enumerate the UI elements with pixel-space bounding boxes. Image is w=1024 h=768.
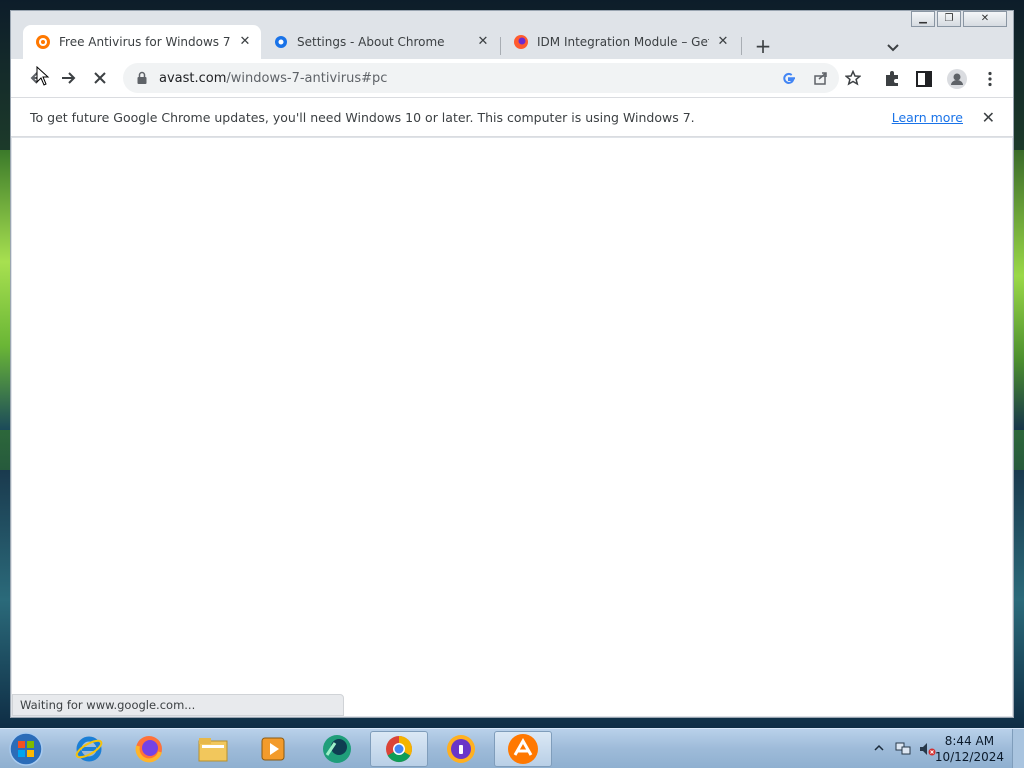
extensions-puzzle-icon[interactable]	[883, 70, 901, 88]
tab-title: Settings - About Chrome	[297, 35, 445, 49]
tab-close-icon[interactable]: ✕	[237, 34, 253, 50]
avast-favicon-icon	[36, 35, 50, 49]
tab-search-chevron-icon[interactable]	[883, 37, 903, 57]
vpn-shield-icon	[447, 735, 475, 763]
avast-icon	[508, 734, 538, 764]
side-panel-icon[interactable]	[915, 70, 933, 88]
tab-settings[interactable]: Settings - About Chrome ✕	[261, 25, 499, 59]
taskbar-file-explorer[interactable]	[184, 731, 242, 767]
tab-close-icon[interactable]: ✕	[475, 34, 491, 50]
taskbar-media-player[interactable]	[244, 731, 302, 767]
taskbar-firefox[interactable]	[120, 731, 178, 767]
url-path: /windows-7-antivirus#pc	[226, 70, 388, 86]
network-icon[interactable]	[894, 741, 912, 757]
chrome-icon	[386, 736, 413, 763]
taskbar: 8:44 AM 10/12/2024	[0, 728, 1024, 768]
forward-arrow-icon	[62, 72, 76, 84]
windows-start-orb-icon	[9, 732, 43, 766]
clock-time: 8:44 AM	[944, 734, 995, 748]
mouse-cursor-icon	[36, 66, 50, 86]
taskbar-chrome[interactable]	[370, 731, 428, 767]
volume-muted-icon[interactable]	[918, 741, 936, 757]
taskbar-avast[interactable]	[494, 731, 552, 767]
url-host: avast.com	[159, 70, 227, 86]
firefox-icon	[135, 736, 162, 763]
taskbar-app-green[interactable]	[308, 731, 366, 767]
google-lens-icon[interactable]	[781, 70, 797, 86]
tab-close-icon[interactable]: ✕	[715, 34, 731, 50]
gear-icon	[275, 36, 287, 48]
show-desktop-button[interactable]	[1012, 729, 1024, 768]
bookmark-star-icon[interactable]	[845, 70, 861, 86]
menu-kebab-icon[interactable]	[981, 70, 999, 88]
tab-avast[interactable]: Free Antivirus for Windows 7 | Do ✕	[23, 25, 261, 59]
taskbar-internet-explorer[interactable]	[60, 731, 118, 767]
stop-loading-button[interactable]	[87, 65, 113, 91]
clock[interactable]: 8:44 AM 10/12/2024	[935, 733, 1004, 765]
page-content[interactable]: Waiting for www.google.com...	[12, 138, 1012, 716]
lock-icon	[137, 71, 147, 84]
profile-avatar-icon[interactable]	[947, 69, 967, 89]
update-infobar: To get future Google Chrome updates, you…	[11, 97, 1013, 137]
tab-strip: Free Antivirus for Windows 7 | Do ✕ Sett…	[11, 23, 1013, 59]
tray-expand-icon[interactable]	[874, 743, 884, 753]
url-text: avast.com/windows-7-antivirus#pc	[159, 71, 387, 86]
share-icon[interactable]	[813, 70, 829, 86]
new-tab-button[interactable]: +	[751, 35, 775, 59]
media-player-icon	[261, 737, 285, 761]
status-bubble: Waiting for www.google.com...	[12, 694, 344, 716]
forward-button[interactable]	[55, 65, 81, 91]
taskbar-vpn[interactable]	[432, 731, 490, 767]
address-bar[interactable]: avast.com/windows-7-antivirus#pc	[123, 63, 839, 93]
firefox-addon-icon	[514, 35, 528, 49]
infobar-message: To get future Google Chrome updates, you…	[30, 109, 695, 125]
learn-more-link[interactable]: Learn more	[892, 110, 963, 125]
green-circle-app-icon	[323, 735, 351, 763]
close-icon	[94, 72, 106, 84]
folder-icon	[198, 738, 228, 762]
internet-explorer-icon	[75, 736, 103, 762]
tab-idm[interactable]: IDM Integration Module – Get th ✕	[501, 25, 739, 59]
chrome-window: ▁ ❐ ✕ Free Antivirus for Windows 7 | Do …	[10, 10, 1014, 718]
infobar-close-icon[interactable]: ✕	[982, 108, 995, 127]
system-tray: 8:44 AM 10/12/2024	[864, 729, 1024, 768]
start-button[interactable]	[0, 731, 52, 767]
toolbar: avast.com/windows-7-antivirus#pc	[11, 59, 1013, 97]
clock-date: 10/12/2024	[934, 750, 1004, 764]
tab-separator	[741, 37, 742, 55]
tab-title: IDM Integration Module – Get th	[537, 35, 709, 49]
tab-title: Free Antivirus for Windows 7 | Do	[59, 35, 231, 49]
